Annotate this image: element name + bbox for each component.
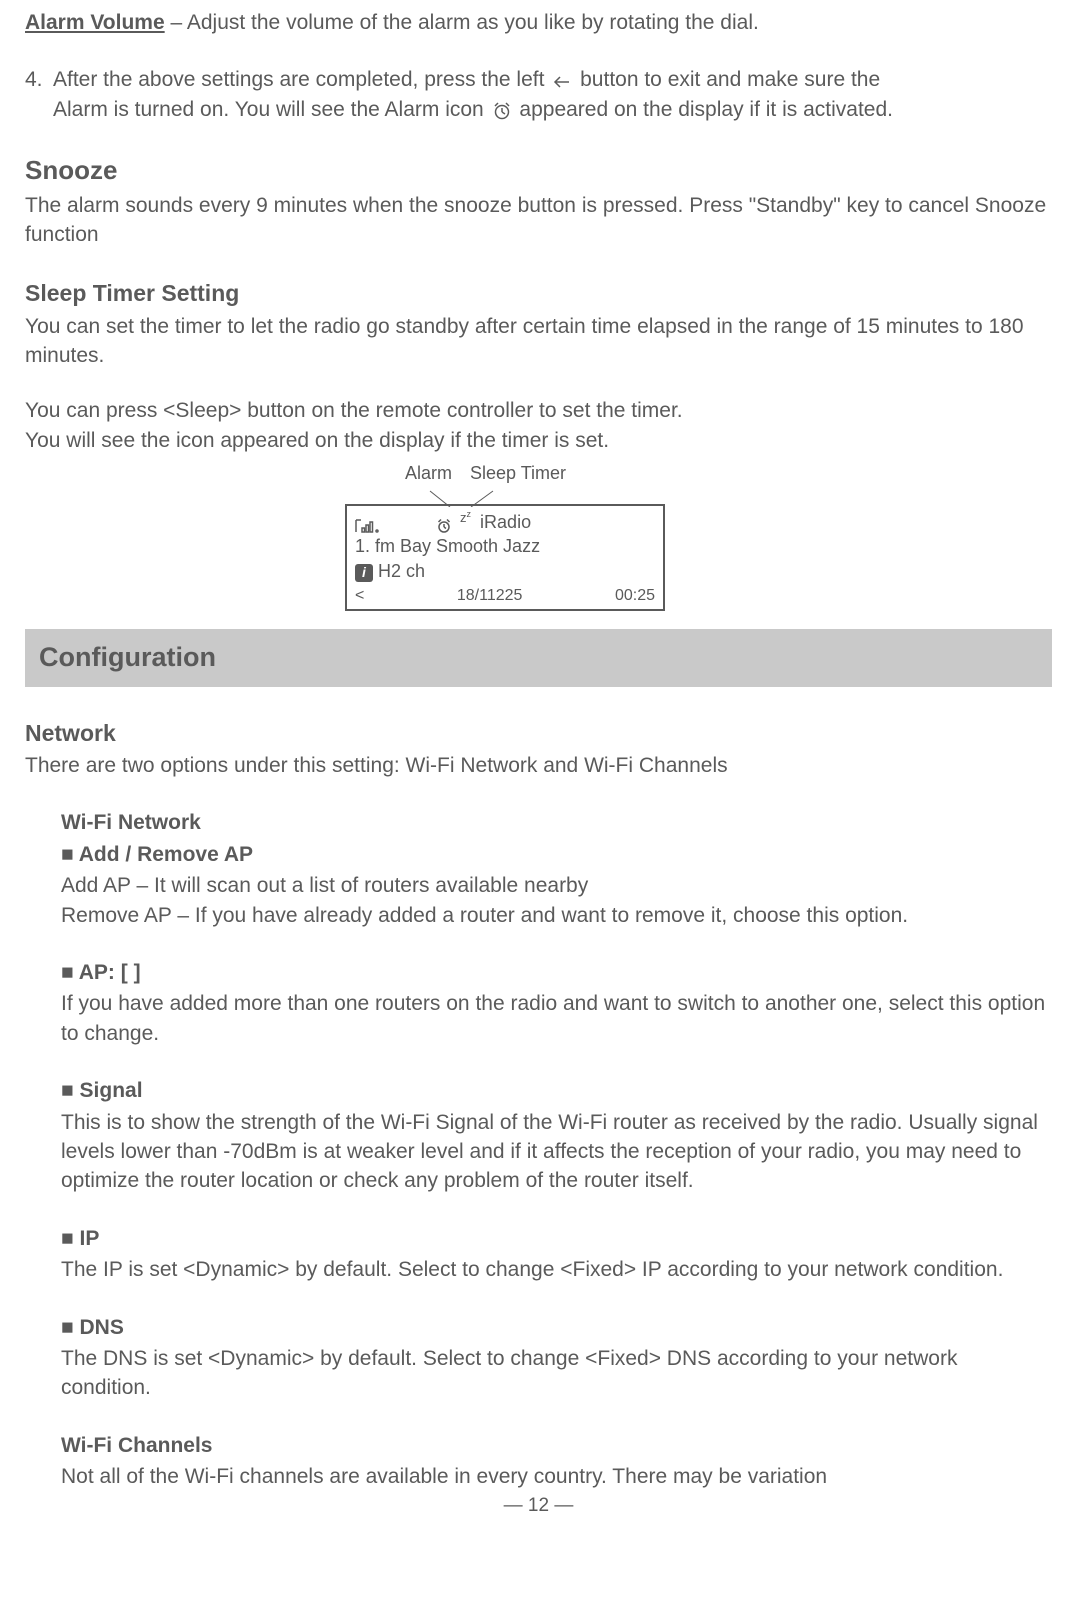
display-bottom-right: 00:25	[615, 585, 655, 607]
ip-block: ■ IP The IP is set <Dynamic> by default.…	[61, 1224, 1052, 1285]
step-4-number: 4.	[25, 65, 53, 124]
sleep-p2: You can press <Sleep> button on the remo…	[25, 396, 1052, 425]
wifi-network-title: Wi-Fi Network	[61, 808, 1052, 837]
ap-title: ■ AP: [ ]	[61, 958, 1052, 987]
display-box: zz iRadio 1. fm Bay Smooth Jazz H2 ch < …	[345, 504, 665, 611]
alarm-icon	[492, 100, 512, 120]
signal-icon	[355, 516, 381, 532]
step4-a2: button to exit and make sure the	[580, 68, 880, 91]
arrow-left-icon	[552, 71, 572, 91]
page-number: — 12 —	[25, 1493, 1052, 1520]
step-4-text: After the above settings are completed, …	[53, 65, 1052, 124]
sleep-p3: You will see the icon appeared on the di…	[25, 426, 1052, 455]
display-labels: Alarm Sleep Timer	[405, 461, 665, 486]
label-sleep: Sleep Timer	[470, 461, 566, 486]
display-bottom-mid: 18/11225	[457, 585, 523, 607]
dns-text: The DNS is set <Dynamic> by default. Sel…	[61, 1344, 1052, 1403]
step4-a1: After the above settings are completed, …	[53, 68, 550, 91]
alarm-volume-row: Alarm Volume – Adjust the volume of the …	[25, 8, 1052, 37]
remove-ap-text: Remove AP – If you have already added a …	[61, 901, 1052, 930]
ip-text: The IP is set <Dynamic> by default. Sele…	[61, 1255, 1052, 1284]
network-intro: There are two options under this setting…	[25, 751, 1052, 780]
signal-block: ■ Signal This is to show the strength of…	[61, 1076, 1052, 1196]
alarm-volume-text: – Adjust the volume of the alarm as you …	[165, 11, 759, 34]
display-row-1: zz iRadio	[355, 510, 655, 534]
dns-title: ■ DNS	[61, 1313, 1052, 1342]
configuration-header: Configuration	[25, 629, 1052, 687]
sleep-zz-icon: zz	[460, 508, 471, 527]
ap-block: ■ AP: [ ] If you have added more than on…	[61, 958, 1052, 1048]
sleep-p1: You can set the timer to let the radio g…	[25, 312, 1052, 371]
wifi-channels-title: Wi-Fi Channels	[61, 1431, 1052, 1460]
step4-b1: Alarm is turned on. You will see the Ala…	[53, 98, 490, 121]
snooze-title: Snooze	[25, 152, 1052, 188]
network-title: Network	[25, 717, 1052, 749]
dns-block: ■ DNS The DNS is set <Dynamic> by defaul…	[61, 1313, 1052, 1403]
display-bottom-left: <	[355, 585, 364, 607]
signal-text: This is to show the strength of the Wi-F…	[61, 1108, 1052, 1196]
signal-title: ■ Signal	[61, 1076, 1052, 1105]
alarm-small-icon	[436, 516, 452, 532]
add-remove-ap-title: ■ Add / Remove AP	[61, 840, 1052, 869]
display-pointers	[345, 486, 665, 504]
display-iradio: iRadio	[480, 512, 531, 532]
info-icon	[355, 564, 373, 582]
display-bottom: < 18/11225 00:25	[355, 585, 655, 607]
sleep-title: Sleep Timer Setting	[25, 277, 1052, 309]
snooze-section: Snooze The alarm sounds every 9 minutes …	[25, 152, 1052, 249]
ip-title: ■ IP	[61, 1224, 1052, 1253]
add-ap-text: Add AP – It will scan out a list of rout…	[61, 871, 1052, 900]
alarm-volume-label: Alarm Volume	[25, 11, 165, 34]
sleep-section: Sleep Timer Setting You can set the time…	[25, 277, 1052, 455]
snooze-text: The alarm sounds every 9 minutes when th…	[25, 191, 1052, 250]
display-diagram: Alarm Sleep Timer	[345, 461, 665, 611]
step-4: 4. After the above settings are complete…	[25, 65, 1052, 124]
display-line-3: H2 ch	[355, 559, 655, 584]
add-remove-ap-block: ■ Add / Remove AP Add AP – It will scan …	[61, 840, 1052, 930]
step4-b2: appeared on the display if it is activat…	[519, 98, 893, 121]
ap-text: If you have added more than one routers …	[61, 989, 1052, 1048]
wifi-channels-text: Not all of the Wi-Fi channels are availa…	[61, 1462, 1052, 1491]
wifi-channels-block: Wi-Fi Channels Not all of the Wi-Fi chan…	[61, 1431, 1052, 1492]
network-section: Network There are two options under this…	[25, 717, 1052, 1492]
label-alarm: Alarm	[405, 461, 452, 486]
display-line-2: 1. fm Bay Smooth Jazz	[355, 534, 655, 559]
network-indent: Wi-Fi Network ■ Add / Remove AP Add AP –…	[25, 808, 1052, 1491]
